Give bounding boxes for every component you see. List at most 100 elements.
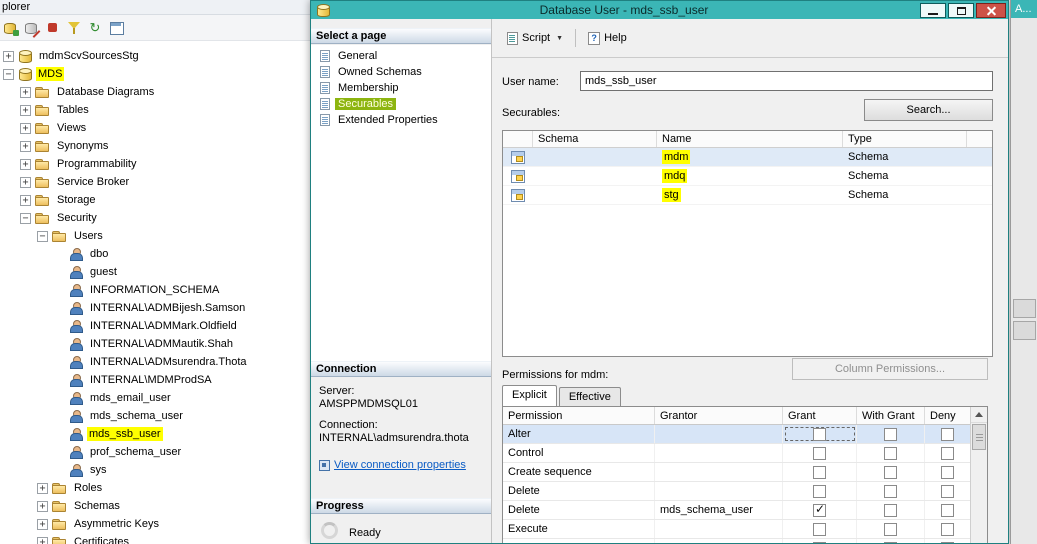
chevron-down-icon[interactable]: ▼ <box>556 35 563 42</box>
tree-item-storage[interactable]: + Storage <box>0 191 310 209</box>
tree-item-prof-schema-user[interactable]: prof_schema_user <box>0 443 310 461</box>
page-item-securables[interactable]: Securables <box>311 96 491 112</box>
with-grant-checkbox[interactable] <box>884 522 897 536</box>
tree-item-label[interactable]: prof_schema_user <box>87 445 184 459</box>
deny-checkbox[interactable] <box>941 522 954 536</box>
tree-item-mds[interactable]: − MDS <box>0 65 310 83</box>
scrollbar-thumb[interactable] <box>972 424 986 450</box>
help-button[interactable]: ? Help <box>583 30 632 47</box>
tree-item-label[interactable]: INTERNAL\ADMBijesh.Samson <box>87 301 248 315</box>
permission-row-execute[interactable]: Execute <box>503 520 970 539</box>
tree-item-label[interactable]: Schemas <box>71 499 123 513</box>
permission-row[interactable] <box>503 539 970 543</box>
tree-item-mds-ssb-user[interactable]: mds_ssb_user <box>0 425 310 443</box>
page-item-extended-properties[interactable]: Extended Properties <box>311 112 491 128</box>
refresh-icon[interactable] <box>86 19 104 37</box>
securables-row-stg[interactable]: stg Schema <box>503 186 992 205</box>
scroll-up-icon[interactable] <box>971 407 987 423</box>
stop-icon[interactable] <box>44 19 62 37</box>
tree-item-mds-schema-user[interactable]: mds_schema_user <box>0 407 310 425</box>
tree-item-label[interactable]: INTERNAL\ADMMautik.Shah <box>87 337 236 351</box>
plus-expander-icon[interactable]: + <box>20 176 31 188</box>
background-window-titlebar[interactable]: A... <box>1011 0 1037 18</box>
securables-row-mdm[interactable]: mdm Schema <box>503 148 992 167</box>
tree-item-label[interactable]: Database Diagrams <box>54 85 157 99</box>
tree-item-programmability[interactable]: + Programmability <box>0 155 310 173</box>
column-permissions-button[interactable]: Column Permissions... <box>792 358 988 380</box>
tree-item-label[interactable]: INTERNAL\MDMProdSA <box>87 373 215 387</box>
tree-item-internal-admmark-oldfield[interactable]: INTERNAL\ADMMark.Oldfield <box>0 317 310 335</box>
page-item-membership[interactable]: Membership <box>311 80 491 96</box>
grant-checkbox[interactable] <box>813 465 826 479</box>
tree-item-security[interactable]: − Security <box>0 209 310 227</box>
deny-checkbox[interactable] <box>941 484 954 498</box>
tree-item-label[interactable]: dbo <box>87 247 111 261</box>
tree-item-users[interactable]: − Users <box>0 227 310 245</box>
tree-item-label[interactable]: mdmScvSourcesStg <box>36 49 142 63</box>
grant-checkbox[interactable] <box>813 484 826 498</box>
tree-item-label[interactable]: Views <box>54 121 89 135</box>
tree-item-internal-admbijesh-samson[interactable]: INTERNAL\ADMBijesh.Samson <box>0 299 310 317</box>
script-button[interactable]: Script ▼ <box>502 30 568 47</box>
tree-item-schemas[interactable]: + Schemas <box>0 497 310 515</box>
tree-item-information-schema[interactable]: INFORMATION_SCHEMA <box>0 281 310 299</box>
tab-effective[interactable]: Effective <box>558 387 621 406</box>
tree-item-label[interactable]: Users <box>71 229 106 243</box>
tree-item-tables[interactable]: + Tables <box>0 101 310 119</box>
view-connection-properties-link[interactable]: View connection properties <box>334 459 466 472</box>
tree-item-label[interactable]: mds_schema_user <box>87 409 186 423</box>
tree-item-mds-email-user[interactable]: mds_email_user <box>0 389 310 407</box>
deny-checkbox[interactable] <box>941 541 954 543</box>
with-grant-checkbox[interactable] <box>884 465 897 479</box>
connect-icon[interactable] <box>2 19 20 37</box>
deny-checkbox[interactable] <box>941 427 954 441</box>
page-item-general[interactable]: General <box>311 48 491 64</box>
plus-expander-icon[interactable]: + <box>37 518 48 530</box>
with-grant-checkbox[interactable] <box>884 427 897 441</box>
permission-row-alter[interactable]: Alter <box>503 425 970 444</box>
minus-expander-icon[interactable]: − <box>37 230 48 242</box>
permission-row-create-sequence[interactable]: Create sequence <box>503 463 970 482</box>
tree-item-label[interactable]: Synonyms <box>54 139 111 153</box>
tree-item-label[interactable]: Security <box>54 211 100 225</box>
permission-row-control[interactable]: Control <box>503 444 970 463</box>
tree-item-internal-admmautik-shah[interactable]: INTERNAL\ADMMautik.Shah <box>0 335 310 353</box>
deny-checkbox[interactable] <box>941 503 954 517</box>
maximize-button[interactable] <box>948 2 974 18</box>
tree-item-roles[interactable]: + Roles <box>0 479 310 497</box>
grant-checkbox[interactable] <box>813 446 826 460</box>
properties-icon[interactable] <box>107 19 125 37</box>
permissions-scrollbar[interactable] <box>970 407 987 543</box>
minimize-button[interactable] <box>920 2 946 18</box>
with-grant-checkbox[interactable] <box>884 541 897 543</box>
tree-item-synonyms[interactable]: + Synonyms <box>0 137 310 155</box>
grant-checkbox[interactable] <box>813 522 826 536</box>
tree-item-label[interactable]: Service Broker <box>54 175 132 189</box>
grant-checkbox[interactable] <box>813 541 826 543</box>
plus-expander-icon[interactable]: + <box>37 482 48 494</box>
tree-item-label[interactable]: Tables <box>54 103 92 117</box>
dialog-titlebar[interactable]: Database User - mds_ssb_user <box>311 1 1008 19</box>
tree-item-guest[interactable]: guest <box>0 263 310 281</box>
plus-expander-icon[interactable]: + <box>37 536 48 544</box>
plus-expander-icon[interactable]: + <box>20 86 31 98</box>
tab-explicit[interactable]: Explicit <box>502 385 557 406</box>
user-name-input[interactable] <box>580 71 993 91</box>
with-grant-checkbox[interactable] <box>884 503 897 517</box>
close-button[interactable] <box>976 2 1006 18</box>
tree-item-asymmetric-keys[interactable]: + Asymmetric Keys <box>0 515 310 533</box>
deny-checkbox[interactable] <box>941 446 954 460</box>
tree-item-service-broker[interactable]: + Service Broker <box>0 173 310 191</box>
page-item-owned-schemas[interactable]: Owned Schemas <box>311 64 491 80</box>
filter-icon[interactable] <box>65 19 83 37</box>
disconnect-icon[interactable] <box>23 19 41 37</box>
grant-checkbox[interactable] <box>813 427 826 441</box>
tree-item-mdmscvsourcesstg[interactable]: + mdmScvSourcesStg <box>0 47 310 65</box>
tree-item-label[interactable]: INFORMATION_SCHEMA <box>87 283 222 297</box>
tree-item-certificates[interactable]: + Certificates <box>0 533 310 544</box>
minus-expander-icon[interactable]: − <box>3 68 14 80</box>
tree-item-label[interactable]: INTERNAL\ADMsurendra.Thota <box>87 355 250 369</box>
tree-item-internal-mdmprodsa[interactable]: INTERNAL\MDMProdSA <box>0 371 310 389</box>
with-grant-checkbox[interactable] <box>884 446 897 460</box>
tree-item-internal-admsurendra-thota[interactable]: INTERNAL\ADMsurendra.Thota <box>0 353 310 371</box>
